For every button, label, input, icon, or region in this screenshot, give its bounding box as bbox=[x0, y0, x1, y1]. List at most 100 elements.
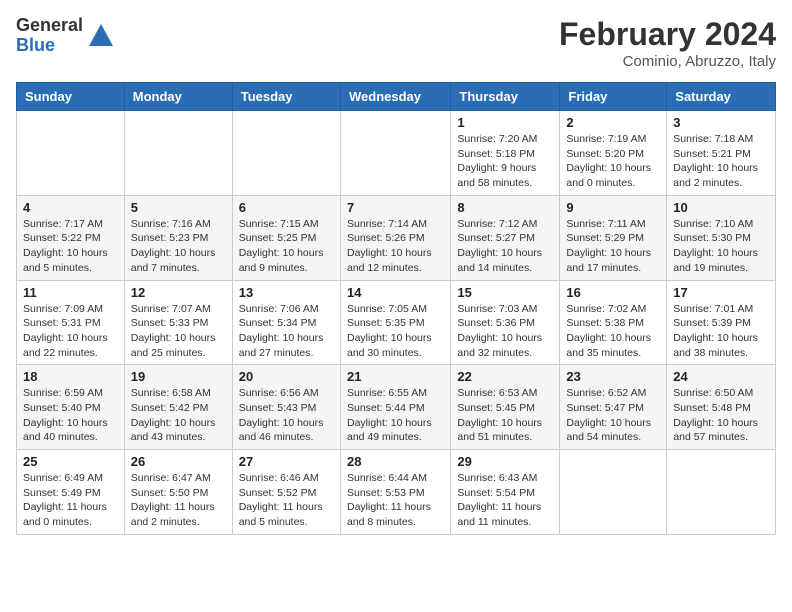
day-number: 19 bbox=[131, 369, 226, 384]
day-info: Sunrise: 7:06 AMSunset: 5:34 PMDaylight:… bbox=[239, 302, 334, 361]
location-subtitle: Cominio, Abruzzo, Italy bbox=[559, 53, 776, 70]
calendar-cell: 19 Sunrise: 6:58 AMSunset: 5:42 PMDayligh… bbox=[124, 365, 232, 450]
day-info: Sunrise: 6:49 AMSunset: 5:49 PMDaylight:… bbox=[23, 471, 118, 530]
day-number: 25 bbox=[23, 454, 118, 469]
day-number: 10 bbox=[673, 200, 769, 215]
day-number: 8 bbox=[457, 200, 553, 215]
day-number: 12 bbox=[131, 285, 226, 300]
day-number: 26 bbox=[131, 454, 226, 469]
day-info: Sunrise: 6:53 AMSunset: 5:45 PMDaylight:… bbox=[457, 386, 553, 445]
day-info: Sunrise: 6:52 AMSunset: 5:47 PMDaylight:… bbox=[566, 386, 660, 445]
day-number: 5 bbox=[131, 200, 226, 215]
calendar-cell: 13 Sunrise: 7:06 AMSunset: 5:34 PMDayligh… bbox=[232, 280, 340, 365]
calendar-cell bbox=[560, 450, 667, 535]
day-info: Sunrise: 7:19 AMSunset: 5:20 PMDaylight:… bbox=[566, 132, 660, 191]
day-number: 20 bbox=[239, 369, 334, 384]
calendar-cell bbox=[17, 111, 125, 196]
day-number: 29 bbox=[457, 454, 553, 469]
day-number: 1 bbox=[457, 115, 553, 130]
day-number: 6 bbox=[239, 200, 334, 215]
day-info: Sunrise: 7:14 AMSunset: 5:26 PMDaylight:… bbox=[347, 217, 444, 276]
day-number: 2 bbox=[566, 115, 660, 130]
weekday-header-sunday: Sunday bbox=[17, 83, 125, 111]
calendar-week-1: 1 Sunrise: 7:20 AMSunset: 5:18 PMDaylight… bbox=[17, 111, 776, 196]
day-info: Sunrise: 7:11 AMSunset: 5:29 PMDaylight:… bbox=[566, 217, 660, 276]
month-year-title: February 2024 bbox=[559, 16, 776, 53]
day-info: Sunrise: 7:18 AMSunset: 5:21 PMDaylight:… bbox=[673, 132, 769, 191]
day-info: Sunrise: 6:46 AMSunset: 5:52 PMDaylight:… bbox=[239, 471, 334, 530]
day-info: Sunrise: 7:17 AMSunset: 5:22 PMDaylight:… bbox=[23, 217, 118, 276]
day-number: 24 bbox=[673, 369, 769, 384]
calendar-week-5: 25 Sunrise: 6:49 AMSunset: 5:49 PMDayligh… bbox=[17, 450, 776, 535]
day-info: Sunrise: 7:16 AMSunset: 5:23 PMDaylight:… bbox=[131, 217, 226, 276]
day-info: Sunrise: 6:43 AMSunset: 5:54 PMDaylight:… bbox=[457, 471, 553, 530]
logo: General Blue bbox=[16, 16, 115, 56]
calendar-cell bbox=[124, 111, 232, 196]
logo-general-text: General bbox=[16, 16, 83, 36]
day-number: 18 bbox=[23, 369, 118, 384]
day-info: Sunrise: 7:05 AMSunset: 5:35 PMDaylight:… bbox=[347, 302, 444, 361]
calendar-cell: 1 Sunrise: 7:20 AMSunset: 5:18 PMDaylight… bbox=[451, 111, 560, 196]
day-info: Sunrise: 6:47 AMSunset: 5:50 PMDaylight:… bbox=[131, 471, 226, 530]
day-number: 23 bbox=[566, 369, 660, 384]
calendar-cell: 23 Sunrise: 6:52 AMSunset: 5:47 PMDayligh… bbox=[560, 365, 667, 450]
day-info: Sunrise: 6:55 AMSunset: 5:44 PMDaylight:… bbox=[347, 386, 444, 445]
day-number: 4 bbox=[23, 200, 118, 215]
day-number: 3 bbox=[673, 115, 769, 130]
calendar-week-2: 4 Sunrise: 7:17 AMSunset: 5:22 PMDaylight… bbox=[17, 195, 776, 280]
calendar-cell bbox=[667, 450, 776, 535]
calendar-cell: 15Sunrise: 7:03 AMSunset: 5:36 PMDayligh… bbox=[451, 280, 560, 365]
day-info: Sunrise: 6:44 AMSunset: 5:53 PMDaylight:… bbox=[347, 471, 444, 530]
page-header: General Blue February 2024 Cominio, Abru… bbox=[16, 16, 776, 70]
day-info: Sunrise: 7:01 AMSunset: 5:39 PMDaylight:… bbox=[673, 302, 769, 361]
weekday-header-thursday: Thursday bbox=[451, 83, 560, 111]
calendar-header-row: SundayMondayTuesdayWednesdayThursdayFrid… bbox=[17, 83, 776, 111]
calendar-cell: 16 Sunrise: 7:02 AMSunset: 5:38 PMDayligh… bbox=[560, 280, 667, 365]
weekday-header-tuesday: Tuesday bbox=[232, 83, 340, 111]
day-info: Sunrise: 7:03 AMSunset: 5:36 PMDaylight:… bbox=[457, 302, 553, 361]
day-info: Sunrise: 6:58 AMSunset: 5:42 PMDaylight:… bbox=[131, 386, 226, 445]
calendar-week-3: 11Sunrise: 7:09 AMSunset: 5:31 PMDayligh… bbox=[17, 280, 776, 365]
calendar-cell: 21 Sunrise: 6:55 AMSunset: 5:44 PMDayligh… bbox=[340, 365, 450, 450]
calendar-table: SundayMondayTuesdayWednesdayThursdayFrid… bbox=[16, 82, 776, 535]
calendar-cell: 11Sunrise: 7:09 AMSunset: 5:31 PMDayligh… bbox=[17, 280, 125, 365]
day-number: 13 bbox=[239, 285, 334, 300]
calendar-cell: 26 Sunrise: 6:47 AMSunset: 5:50 PMDayligh… bbox=[124, 450, 232, 535]
logo-blue-text: Blue bbox=[16, 36, 83, 56]
calendar-cell: 3 Sunrise: 7:18 AMSunset: 5:21 PMDaylight… bbox=[667, 111, 776, 196]
day-info: Sunrise: 6:59 AMSunset: 5:40 PMDaylight:… bbox=[23, 386, 118, 445]
calendar-cell: 17 Sunrise: 7:01 AMSunset: 5:39 PMDayligh… bbox=[667, 280, 776, 365]
calendar-cell: 4 Sunrise: 7:17 AMSunset: 5:22 PMDaylight… bbox=[17, 195, 125, 280]
calendar-cell: 8 Sunrise: 7:12 AMSunset: 5:27 PMDaylight… bbox=[451, 195, 560, 280]
day-number: 21 bbox=[347, 369, 444, 384]
day-number: 22 bbox=[457, 369, 553, 384]
day-info: Sunrise: 7:07 AMSunset: 5:33 PMDaylight:… bbox=[131, 302, 226, 361]
day-number: 27 bbox=[239, 454, 334, 469]
day-info: Sunrise: 7:10 AMSunset: 5:30 PMDaylight:… bbox=[673, 217, 769, 276]
day-number: 17 bbox=[673, 285, 769, 300]
logo-icon bbox=[87, 22, 115, 50]
calendar-cell: 29 Sunrise: 6:43 AMSunset: 5:54 PMDayligh… bbox=[451, 450, 560, 535]
calendar-week-4: 18 Sunrise: 6:59 AMSunset: 5:40 PMDayligh… bbox=[17, 365, 776, 450]
day-info: Sunrise: 7:12 AMSunset: 5:27 PMDaylight:… bbox=[457, 217, 553, 276]
calendar-cell: 24Sunrise: 6:50 AMSunset: 5:48 PMDayligh… bbox=[667, 365, 776, 450]
weekday-header-friday: Friday bbox=[560, 83, 667, 111]
day-info: Sunrise: 6:56 AMSunset: 5:43 PMDaylight:… bbox=[239, 386, 334, 445]
calendar-cell bbox=[340, 111, 450, 196]
weekday-header-wednesday: Wednesday bbox=[340, 83, 450, 111]
calendar-cell: 5 Sunrise: 7:16 AMSunset: 5:23 PMDaylight… bbox=[124, 195, 232, 280]
calendar-cell: 28 Sunrise: 6:44 AMSunset: 5:53 PMDayligh… bbox=[340, 450, 450, 535]
day-number: 16 bbox=[566, 285, 660, 300]
day-number: 14 bbox=[347, 285, 444, 300]
day-info: Sunrise: 7:20 AMSunset: 5:18 PMDaylight:… bbox=[457, 132, 553, 191]
calendar-cell: 10 Sunrise: 7:10 AMSunset: 5:30 PMDayligh… bbox=[667, 195, 776, 280]
calendar-cell bbox=[232, 111, 340, 196]
day-number: 11 bbox=[23, 285, 118, 300]
calendar-cell: 20 Sunrise: 6:56 AMSunset: 5:43 PMDayligh… bbox=[232, 365, 340, 450]
day-number: 9 bbox=[566, 200, 660, 215]
calendar-cell: 22 Sunrise: 6:53 AMSunset: 5:45 PMDayligh… bbox=[451, 365, 560, 450]
day-number: 28 bbox=[347, 454, 444, 469]
calendar-cell: 9 Sunrise: 7:11 AMSunset: 5:29 PMDaylight… bbox=[560, 195, 667, 280]
day-info: Sunrise: 7:15 AMSunset: 5:25 PMDaylight:… bbox=[239, 217, 334, 276]
day-info: Sunrise: 7:02 AMSunset: 5:38 PMDaylight:… bbox=[566, 302, 660, 361]
